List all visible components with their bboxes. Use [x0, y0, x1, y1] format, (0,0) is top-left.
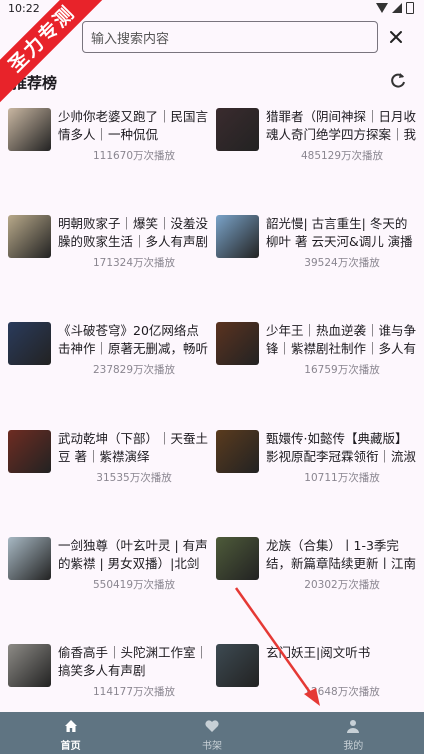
book-item[interactable]: 少帅你老婆又跑了｜民国言情多人｜一种侃侃 111670万次播放: [8, 108, 208, 208]
book-title: 龙族（合集）丨1-3季完结，新篇章陆续更新丨江南著｜…: [266, 538, 417, 571]
book-cover: [216, 215, 259, 258]
book-cover: [8, 215, 51, 258]
book-play-count: 31535万次播放: [96, 472, 172, 484]
nav-profile-label: 我的: [343, 741, 364, 752]
book-item[interactable]: 龙族（合集）丨1-3季完结，新篇章陆续更新丨江南著｜… 20302万次播放: [216, 537, 416, 637]
book-play-count: 114177万次播放: [92, 686, 176, 698]
book-play-count: 237829万次播放: [92, 364, 176, 376]
signal-icon: [392, 3, 402, 13]
nav-home[interactable]: 首页: [21, 712, 121, 754]
book-item[interactable]: 明朝败家子｜爆笑｜没羞没臊的败家生活｜多人有声剧 171324万次播放: [8, 215, 208, 315]
book-title: 一剑独尊（叶玄叶灵 | 有声的紫襟 | 男女双播）|北剑江湖: [58, 538, 208, 571]
book-cover: [8, 644, 51, 687]
book-title: 甄嬛传·如懿传【典藏版】影视原配李冠霖领衔｜流淑紫…: [266, 431, 417, 464]
book-title: 《斗破苍穹》20亿网络点击神作｜原著无删减，畅听全…: [58, 323, 209, 356]
status-time: 10:22: [8, 2, 40, 15]
book-title: 少年王｜热血逆袭｜谁与争锋｜紫襟剧社制作｜多人有声剧: [266, 323, 417, 356]
book-item[interactable]: 少年王｜热血逆袭｜谁与争锋｜紫襟剧社制作｜多人有声剧 16759万次播放: [216, 322, 416, 422]
refresh-button[interactable]: [388, 71, 408, 91]
book-play-count: 111670万次播放: [92, 150, 176, 162]
home-icon: [64, 720, 77, 732]
nav-profile[interactable]: 我的: [303, 712, 403, 754]
book-title: 武动乾坤（下部）｜天蚕土豆 著｜紫襟演绎: [58, 431, 209, 464]
heart-icon: [205, 720, 219, 732]
book-play-count: 20302万次播放: [304, 579, 380, 591]
book-cover: [8, 537, 51, 580]
close-button[interactable]: [384, 25, 408, 49]
book-cover: [216, 644, 259, 687]
book-title: 猎罪者（阴间神探｜日月收魂人奇门绝学四方探案｜我在…: [266, 109, 417, 142]
book-cover: [8, 430, 51, 473]
wifi-icon: [376, 3, 388, 13]
book-play-count: 16759万次播放: [304, 364, 380, 376]
book-item[interactable]: 一剑独尊（叶玄叶灵 | 有声的紫襟 | 男女双播）|北剑江湖 550419万次播放: [8, 537, 208, 637]
book-title: 韶光慢| 古言重生| 冬天的柳叶 著 云天河&调儿 演播: [266, 216, 413, 249]
book-play-count: 171324万次播放: [92, 257, 176, 269]
book-title: 少帅你老婆又跑了｜民国言情多人｜一种侃侃: [58, 109, 209, 142]
status-icons: [376, 2, 414, 14]
book-play-count: 485129万次播放: [300, 150, 384, 162]
book-title: 偷香高手｜头陀渊工作室｜搞笑多人有声剧: [58, 645, 209, 678]
book-cover: [216, 108, 259, 151]
search-input[interactable]: 输入搜索内容: [82, 21, 378, 53]
book-cover: [8, 108, 51, 151]
close-icon: [390, 31, 402, 43]
book-play-count: 39524万次播放: [304, 257, 380, 269]
nav-bookshelf-label: 书架: [201, 741, 222, 752]
book-cover: [216, 322, 259, 365]
book-title: 明朝败家子｜爆笑｜没羞没臊的败家生活｜多人有声剧: [58, 216, 209, 249]
battery-icon: [406, 2, 414, 14]
refresh-icon: [391, 73, 405, 88]
bottom-nav: 首页 书架 我的: [0, 712, 424, 754]
person-icon: [347, 720, 360, 733]
book-item[interactable]: 武动乾坤（下部）｜天蚕土豆 著｜紫襟演绎 31535万次播放: [8, 430, 208, 530]
book-play-count: 12648万次播放: [304, 686, 380, 698]
book-cover: [216, 430, 259, 473]
nav-bookshelf[interactable]: 书架: [162, 712, 262, 754]
book-item[interactable]: 韶光慢| 古言重生| 冬天的柳叶 著 云天河&调儿 演播 39524万次播放: [216, 215, 416, 315]
book-title: 玄门妖王|阅文听书: [266, 645, 371, 660]
book-item[interactable]: 猎罪者（阴间神探｜日月收魂人奇门绝学四方探案｜我在… 485129万次播放: [216, 108, 416, 208]
book-play-count: 550419万次播放: [92, 579, 176, 591]
nav-home-label: 首页: [60, 741, 81, 752]
book-cover: [8, 322, 51, 365]
book-play-count: 10711万次播放: [304, 472, 380, 484]
book-cover: [216, 537, 259, 580]
book-item[interactable]: 《斗破苍穹》20亿网络点击神作｜原著无删减，畅听全… 237829万次播放: [8, 322, 208, 422]
book-item[interactable]: 甄嬛传·如懿传【典藏版】影视原配李冠霖领衔｜流淑紫… 10711万次播放: [216, 430, 416, 530]
